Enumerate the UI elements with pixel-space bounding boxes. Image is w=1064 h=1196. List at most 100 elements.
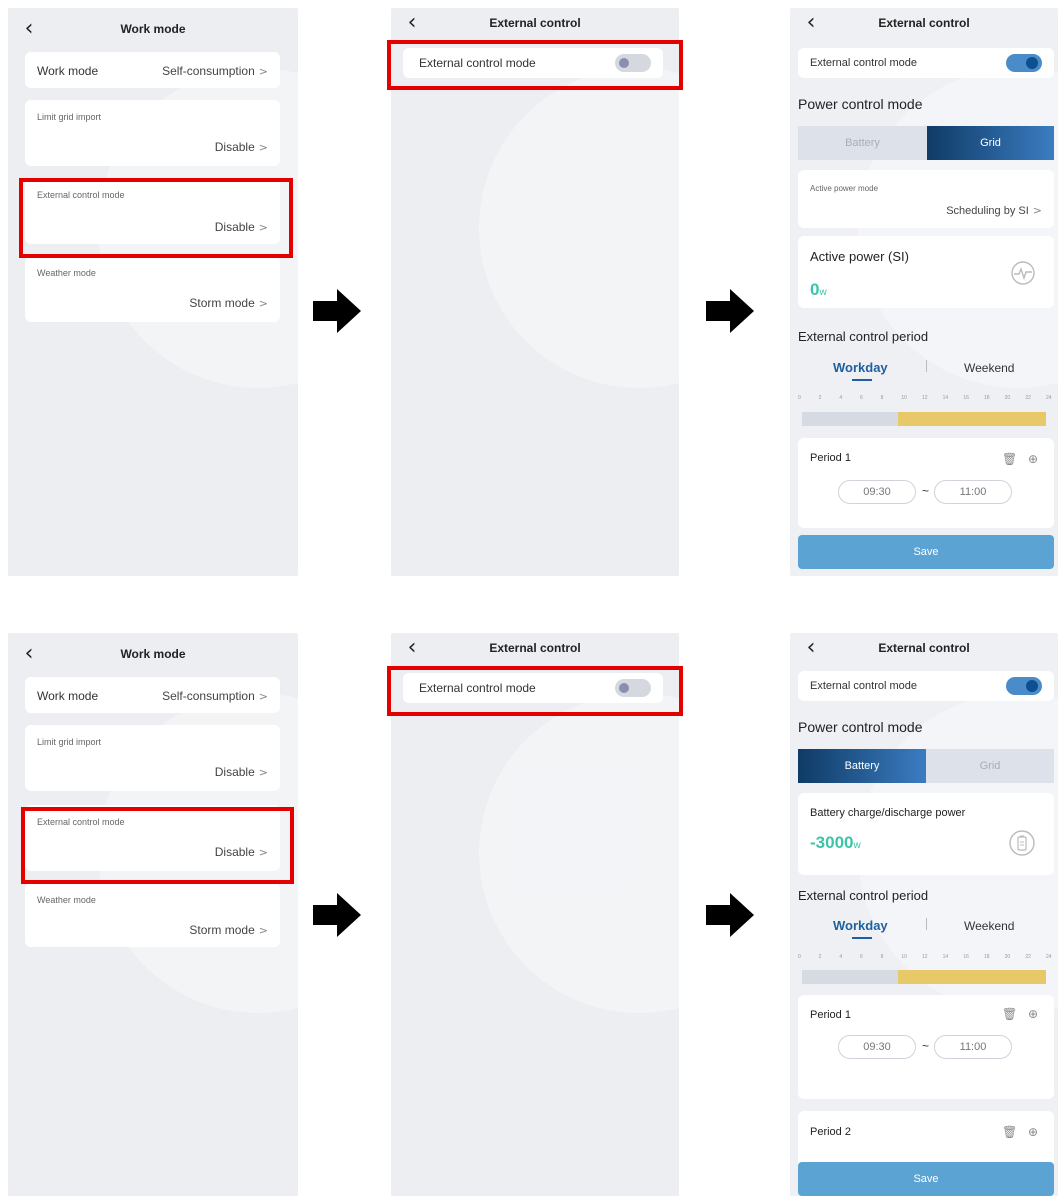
chevron-right-icon: >: [258, 65, 268, 78]
timeline-tick-label: 0: [798, 395, 801, 401]
timebar-inactive: [802, 412, 898, 426]
page-title: External control: [878, 641, 970, 655]
limit-grid-row[interactable]: Limit grid import Disable >: [25, 100, 280, 166]
tab-separator: [926, 360, 927, 372]
work-mode-value: Self-consumption >: [162, 64, 268, 78]
limit-grid-value: Disable >: [214, 765, 268, 779]
range-separator: ~: [922, 1039, 930, 1053]
save-button[interactable]: Save: [798, 535, 1054, 569]
highlight-box: [387, 666, 683, 716]
external-control-toggle[interactable]: [1006, 677, 1042, 695]
timeline-tick-label: 2: [818, 954, 822, 960]
chevron-right-icon: >: [258, 766, 268, 779]
limit-grid-label: Limit grid import: [37, 112, 102, 122]
trash-icon[interactable]: 🗑: [1002, 452, 1017, 466]
add-circle-icon[interactable]: ⊕: [1026, 1007, 1040, 1021]
period-1-title: Period 1: [810, 452, 851, 464]
period-1-card: Period 1 🗑 ⊕ 09:30 ~ 11:00: [798, 995, 1054, 1099]
active-power-label: Active power (SI): [810, 249, 909, 264]
period-1-title: Period 1: [810, 1009, 851, 1021]
weather-mode-row[interactable]: Weather mode Storm mode >: [25, 883, 280, 947]
work-mode-value: Self-consumption >: [162, 689, 268, 703]
period-1-end[interactable]: 11:00: [934, 1035, 1012, 1059]
add-circle-icon[interactable]: ⊕: [1026, 1125, 1040, 1139]
timeline-tick-label: 24: [1046, 954, 1052, 960]
battery-icon: [1009, 830, 1035, 856]
page-title: External control: [489, 641, 581, 655]
weather-mode-row[interactable]: Weather mode Storm mode >: [25, 256, 280, 322]
timeline-tick-label: 12: [922, 954, 928, 960]
timeline-tick-label: 14: [942, 954, 949, 960]
battery-power-label: Battery charge/discharge power: [810, 807, 966, 819]
timeline-tick-label: 16: [963, 954, 969, 960]
chevron-right-icon: >: [258, 690, 268, 703]
active-power-mode-label: Active power mode: [810, 184, 879, 193]
timeline-tick-label: 6: [860, 954, 863, 960]
tab-workday-underline: [852, 937, 872, 939]
timeline-tick-label: 10: [901, 395, 907, 401]
tab-workday[interactable]: Workday: [833, 918, 888, 933]
tab-workday[interactable]: Workday: [833, 360, 888, 375]
timeline-tick-label: 10: [901, 954, 907, 960]
timeline-tick-label: 20: [1004, 395, 1011, 401]
segment-battery[interactable]: Battery: [798, 749, 926, 783]
timeline-tick-label: 22: [1025, 395, 1031, 401]
external-control-battery-screen: ‹ External control External control mode…: [790, 633, 1058, 1196]
page-title: External control: [878, 16, 970, 30]
work-mode-row[interactable]: Work mode Self-consumption >: [25, 52, 280, 88]
period-1-start[interactable]: 09:30: [838, 1035, 916, 1059]
timeline-tick-label: 18: [984, 954, 990, 960]
highlight-box: [21, 807, 294, 884]
nav-bar: ‹ Work mode: [8, 8, 298, 52]
highlight-box: [19, 178, 293, 258]
weather-mode-label: Weather mode: [37, 895, 96, 905]
period-1-end[interactable]: 11:00: [934, 480, 1012, 504]
power-control-title: Power control mode: [798, 719, 923, 735]
segment-grid[interactable]: Grid: [927, 126, 1054, 160]
page-title: Work mode: [120, 647, 186, 661]
timeline-tick-label: 12: [922, 395, 928, 401]
limit-grid-value: Disable >: [214, 140, 268, 154]
trash-icon[interactable]: 🗑: [1002, 1007, 1017, 1021]
chevron-right-icon: >: [258, 924, 268, 937]
period-1-start[interactable]: 09:30: [838, 480, 916, 504]
tab-separator: [926, 918, 927, 930]
active-power-card: Active power (SI) 0w: [798, 236, 1054, 308]
save-button[interactable]: Save: [798, 1162, 1054, 1196]
chevron-right-icon: >: [258, 141, 268, 154]
segment-grid[interactable]: Grid: [926, 749, 1054, 783]
battery-power-card: Battery charge/discharge power -3000w: [798, 793, 1054, 875]
toggle-knob: [1026, 680, 1038, 692]
arrow-right-icon: [313, 893, 361, 937]
timeline-tick-label: 4: [839, 395, 843, 401]
active-power-value: 0w: [810, 280, 827, 299]
active-power-mode-row[interactable]: Active power mode Scheduling by SI >: [798, 170, 1054, 228]
work-mode-row[interactable]: Work mode Self-consumption >: [25, 677, 280, 713]
timebar-active: [898, 412, 1046, 426]
period-2-title: Period 2: [810, 1126, 851, 1138]
tab-weekend[interactable]: Weekend: [964, 919, 1014, 933]
power-control-title: Power control mode: [798, 96, 923, 112]
timeline-tick-label: 16: [963, 395, 969, 401]
period-section-title: External control period: [798, 888, 929, 903]
tab-weekend[interactable]: Weekend: [964, 361, 1014, 375]
work-mode-screen-bottom: ‹ Work mode Work mode Self-consumption > …: [8, 633, 298, 1196]
trash-icon[interactable]: 🗑: [1002, 1125, 1017, 1139]
page-title: Work mode: [120, 22, 186, 36]
limit-grid-row[interactable]: Limit grid import Disable >: [25, 725, 280, 791]
timeline-tick-label: 2: [818, 395, 822, 401]
weather-mode-label: Weather mode: [37, 268, 96, 278]
period-1-card: Period 1 🗑 ⊕ 09:30 ~ 11:00: [798, 438, 1054, 528]
add-circle-icon[interactable]: ⊕: [1026, 452, 1040, 466]
external-control-off-screen-bottom: ‹ External control External control mode: [391, 633, 679, 1196]
segment-battery[interactable]: Battery: [798, 126, 927, 160]
work-mode-label: Work mode: [37, 64, 99, 78]
range-separator: ~: [922, 484, 930, 498]
nav-bar: ‹ External control: [790, 8, 1058, 52]
external-control-toggle[interactable]: [1006, 54, 1042, 72]
arrow-right-icon: [706, 289, 754, 333]
external-control-off-screen-top: ‹ External control External control mode: [391, 8, 679, 576]
weather-mode-value: Storm mode >: [189, 296, 268, 310]
timeline-tick-label: 18: [984, 395, 990, 401]
chevron-right-icon: >: [1032, 204, 1042, 217]
